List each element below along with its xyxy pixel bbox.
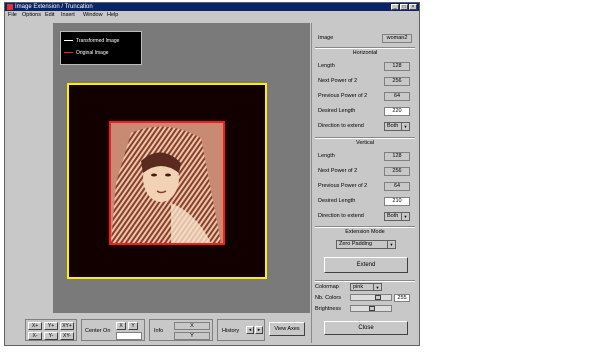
chevron-down-icon: ▼ [401,213,409,220]
info-group: Info X Y [149,319,213,341]
separator [315,226,415,228]
menu-window[interactable]: Window [83,12,103,18]
zoom-x-plus-button[interactable]: X+ [28,322,42,330]
separator [315,280,415,282]
menu-bar: File Options Edit Insert Window Help [5,11,419,20]
extend-button[interactable]: Extend [324,257,408,273]
h-next-pow-value: 256 [384,77,410,86]
maximize-button[interactable]: □ [400,4,408,10]
portrait-image [111,123,223,243]
bottom-toolbar: X+ Y+ XY+ X- Y- XY- Center On X Y Info X… [5,315,311,345]
nb-colors-label: Nb. Colors [315,295,341,301]
h-desired-input[interactable]: 220 [384,107,410,116]
info-y-value: Y [174,332,210,340]
view-axes-button[interactable]: View Axes [269,322,305,336]
extension-mode-select[interactable]: Zero Padding ▼ [336,240,396,249]
zoom-group: X+ Y+ XY+ X- Y- XY- [25,319,77,341]
info-x-value: X [174,322,210,330]
zoom-y-plus-button[interactable]: Y+ [44,322,58,330]
colormap-select[interactable]: pink ▼ [350,283,382,291]
v-next-pow-label: Next Power of 2 [318,168,358,174]
window-title: Image Extension / Truncation [15,4,93,10]
h-direction-select[interactable]: Both ▼ [384,122,410,131]
brightness-slider[interactable] [350,305,392,312]
close-button[interactable]: Close [324,321,408,335]
menu-edit[interactable]: Edit [45,12,54,18]
h-length-label: Length [318,63,335,69]
legend-item-original: Original Image [64,49,109,57]
center-x-button[interactable]: X [116,322,126,330]
history-label: History [222,328,240,334]
separator [315,137,415,139]
menu-insert[interactable]: Insert [61,12,75,18]
h-prev-pow-label: Previous Power of 2 [318,93,368,99]
h-desired-label: Desired Length [318,108,356,114]
app-icon [7,4,13,10]
chevron-down-icon: ▼ [401,123,409,130]
v-prev-pow-label: Previous Power of 2 [318,183,368,189]
legend-line-white [64,40,73,42]
h-next-pow-label: Next Power of 2 [318,78,358,84]
close-window-button[interactable]: × [409,4,417,10]
zoom-x-minus-button[interactable]: X- [28,332,42,340]
legend-label-transformed: Transformed Image [76,38,120,44]
history-group: History ◂ ▸ [217,319,265,341]
menu-file[interactable]: File [8,12,17,18]
title-bar: Image Extension / Truncation _ □ × [5,3,419,11]
original-image [109,121,225,245]
center-on-group: Center On X Y [81,319,145,341]
history-back-button[interactable]: ◂ [246,326,254,334]
v-direction-value: Both [387,213,399,219]
v-length-value: 128 [384,152,410,161]
chevron-down-icon: ▼ [387,241,395,248]
h-length-value: 128 [384,62,410,71]
h-prev-pow-value: 64 [384,92,410,101]
v-desired-label: Desired Length [318,198,356,204]
image-name: woman2 [382,34,412,43]
brightness-label: Brightness [315,306,341,312]
history-forward-button[interactable]: ▸ [255,326,263,334]
zoom-xy-minus-button[interactable]: XY- [60,332,74,340]
app-window: Image Extension / Truncation _ □ × File … [4,2,420,346]
info-label: Info [154,328,164,334]
extension-mode-title: Extension Mode [345,229,385,235]
zoom-xy-plus-button[interactable]: XY+ [60,322,74,330]
center-on-input[interactable] [116,332,142,340]
legend-item-transformed: Transformed Image [64,37,119,45]
vertical-title: Vertical [355,140,375,146]
horizontal-title: Horizontal [352,50,378,56]
h-direction-value: Both [387,123,399,129]
zoom-y-minus-button[interactable]: Y- [44,332,58,340]
v-prev-pow-value: 64 [384,182,410,191]
legend: Transformed Image Original Image [60,31,142,65]
v-direction-label: Direction to extend [318,213,364,219]
nb-colors-value[interactable]: 255 [394,294,410,302]
center-y-button[interactable]: Y [128,322,138,330]
slider-thumb[interactable] [375,295,381,300]
center-on-label: Center On [85,328,111,334]
menu-options[interactable]: Options [22,12,41,18]
nb-colors-slider[interactable] [350,294,392,301]
h-direction-label: Direction to extend [318,123,364,129]
extension-mode-value: Zero Padding [339,241,373,247]
control-panel: Image woman2 Horizontal Length 128 Next … [311,23,418,343]
menu-help[interactable]: Help [107,12,118,18]
separator [315,47,415,49]
colormap-label: Colormap [315,284,339,290]
v-desired-input[interactable]: 210 [384,197,410,206]
minimize-button[interactable]: _ [391,4,399,10]
v-next-pow-value: 256 [384,167,410,176]
chevron-down-icon: ▼ [373,284,381,290]
legend-line-red [64,52,73,54]
legend-label-original: Original Image [76,50,109,56]
colormap-value: pink [353,284,364,290]
image-label: Image [318,35,334,41]
slider-thumb[interactable] [369,306,375,311]
v-length-label: Length [318,153,335,159]
v-direction-select[interactable]: Both ▼ [384,212,410,221]
